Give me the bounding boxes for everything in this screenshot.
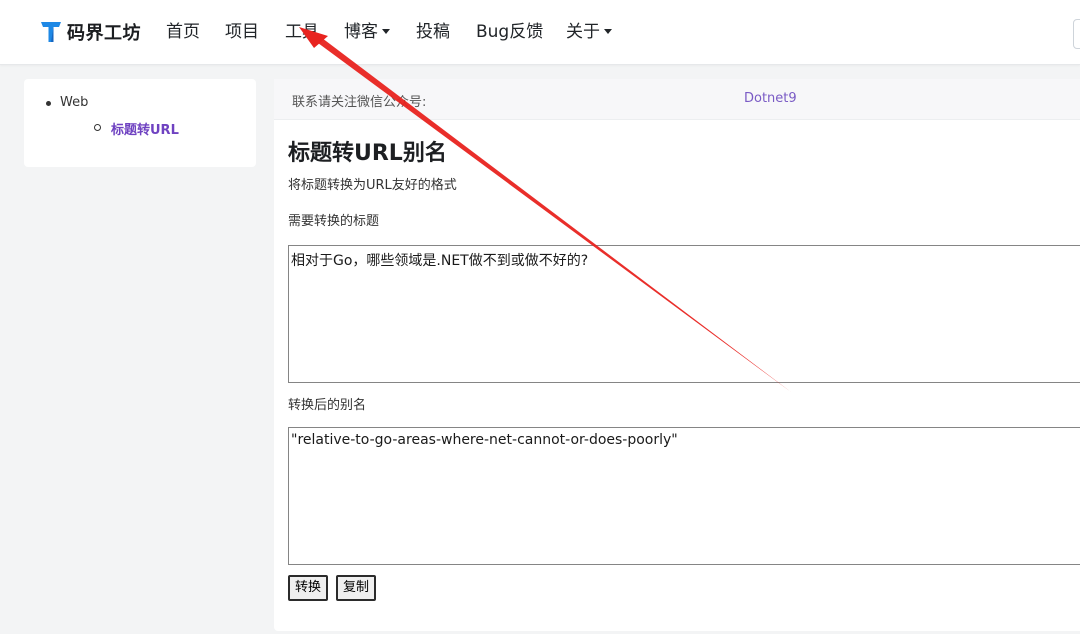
nav-tools[interactable]: 工具 — [285, 20, 319, 44]
sidebar-category-label: Web — [60, 95, 89, 110]
output-label: 转换后的别名 — [288, 398, 367, 413]
nav-bug-feedback[interactable]: Bug反馈 — [476, 20, 543, 44]
nav-about-dropdown[interactable]: 关于 — [566, 20, 612, 44]
page-description: 将标题转换为URL友好的格式 — [288, 178, 457, 193]
sidebar-item-title-to-url[interactable]: 标题转URL — [94, 119, 179, 138]
search-input[interactable] — [1073, 19, 1080, 49]
nav-blog-dropdown[interactable]: 博客 — [344, 20, 390, 44]
main-content: 联系请关注微信公众号: Dotnet9 标题转URL别名 将标题转换为URL友好… — [274, 79, 1080, 631]
brand-name: 码界工坊 — [67, 23, 141, 44]
caret-down-icon — [382, 29, 390, 34]
page-title: 标题转URL别名 — [288, 141, 447, 166]
notice-label: 联系请关注微信公众号: — [292, 95, 427, 110]
notice-bar: 联系请关注微信公众号: Dotnet9 — [274, 79, 1080, 120]
title-input-textarea[interactable]: 相对于Go，哪些领域是.NET做不到或做不好的? — [288, 245, 1080, 383]
nav-submit[interactable]: 投稿 — [416, 20, 450, 44]
input-label: 需要转换的标题 — [288, 214, 380, 229]
copy-button[interactable]: 复制 — [336, 575, 377, 601]
bullet-disc-icon — [46, 101, 51, 106]
bullet-circle-icon — [94, 124, 101, 131]
convert-button[interactable]: 转换 — [288, 575, 329, 601]
nav-projects[interactable]: 项目 — [225, 20, 259, 44]
nav-blog-label: 博客 — [344, 22, 378, 42]
top-navbar: 码界工坊 首页 项目 工具 博客 投稿 Bug反馈 关于 — [0, 0, 1080, 65]
caret-down-icon — [604, 29, 612, 34]
slug-output-textarea[interactable]: "relative-to-go-areas-where-net-cannot-o… — [288, 427, 1080, 565]
nav-home[interactable]: 首页 — [166, 20, 200, 44]
brand[interactable]: 码界工坊 — [40, 19, 141, 45]
sidebar-category-web[interactable]: Web — [46, 95, 89, 110]
sidebar: Web 标题转URL — [24, 79, 256, 167]
sidebar-item-label: 标题转URL — [111, 123, 179, 138]
nav-about-label: 关于 — [566, 22, 600, 42]
brand-t-logo-icon — [41, 22, 61, 42]
wechat-account-name: Dotnet9 — [744, 91, 797, 106]
